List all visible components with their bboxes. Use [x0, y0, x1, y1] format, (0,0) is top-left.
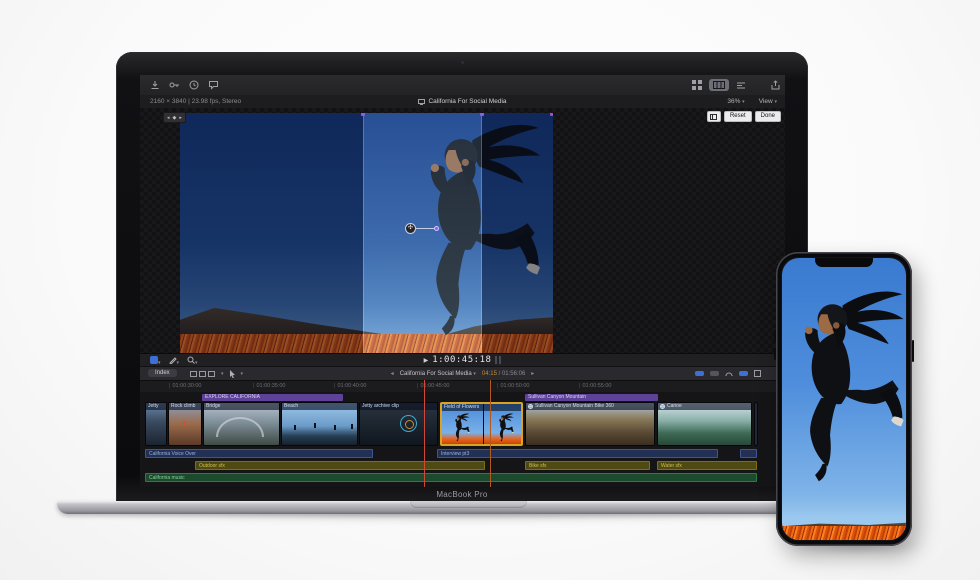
viewer-info-bar: 2160 × 3840 | 23.98 fps, Stereo Californ… — [140, 95, 785, 109]
background-tasks-icon[interactable] — [189, 80, 199, 90]
audio-clip[interactable]: Bike sfx — [525, 461, 650, 470]
transport-bar: ▾ ▾ ▾ ▶ 1:00:45:18 — [140, 353, 785, 367]
audio-clip[interactable]: Interview pt3 — [437, 449, 718, 458]
keying-icon[interactable] — [169, 80, 180, 90]
crop-mode-icon[interactable] — [707, 111, 721, 122]
done-button[interactable]: Done — [755, 111, 781, 122]
audio-skimming-toggle-icon[interactable] — [710, 371, 719, 376]
transform-line — [414, 228, 434, 229]
timeline-clip-selected[interactable]: Field of Flowers — [440, 402, 523, 446]
audio-clip[interactable]: Water sfx — [657, 461, 757, 470]
timecode-display: 1:00:45:18 — [432, 355, 491, 365]
timeline-clip[interactable]: Beach — [281, 402, 358, 446]
macbook-lid: 2160 × 3840 | 23.98 fps, Stereo Californ… — [116, 52, 808, 502]
iphone-notch — [815, 258, 873, 267]
audio-clip[interactable]: California music — [145, 473, 757, 482]
audio-clip[interactable]: California Voice Over — [145, 449, 373, 458]
thumb-person — [494, 413, 516, 444]
audio-clip[interactable] — [740, 449, 757, 458]
skimming-toggle-icon[interactable] — [695, 371, 704, 376]
fcp-top-toolbar — [140, 75, 785, 96]
reset-button[interactable]: Reset — [724, 111, 752, 122]
iphone — [776, 252, 912, 546]
timeline-clip[interactable]: Sullivan Canyon Mountain Bike 360 — [525, 402, 655, 446]
snapping-toggle-icon[interactable] — [739, 371, 748, 376]
volume-down-button — [774, 348, 776, 360]
elapsed-time: 04:15 — [482, 371, 497, 377]
prev-keyframe-icon[interactable]: ◂ — [167, 115, 170, 121]
timeline-clip[interactable] — [754, 402, 758, 446]
keyframe-navigator[interactable]: ◂ ◆ ▸ — [163, 112, 186, 123]
thumb-person — [450, 413, 472, 444]
timeline-clip[interactable]: Jetty archive clip — [359, 402, 438, 446]
fcp-window: 2160 × 3840 | 23.98 fps, Stereo Californ… — [140, 75, 785, 487]
spherical-360-icon — [528, 404, 533, 409]
timeline-clip[interactable]: Bridge — [203, 402, 280, 446]
timeline-toolbar: Index ▾ ▾ ◂ California For Social Media … — [140, 366, 785, 381]
audio-clip[interactable]: Outdoor sfx — [195, 461, 485, 470]
ferris-wheel — [400, 415, 417, 432]
timeline-tracks: EXPLORE CALIFORNIA Sullivan Canyon Mount… — [140, 392, 785, 487]
timeline-project-title[interactable]: California For Social Media ▾ — [400, 371, 476, 377]
timeline-clip[interactable]: Canoe — [657, 402, 752, 446]
transform-anchor-dot[interactable] — [434, 226, 439, 231]
chapter-marker[interactable]: Sullivan Canyon Mountain — [525, 394, 658, 401]
comment-icon[interactable] — [208, 80, 219, 90]
viewer-zoom-menu[interactable]: 36% ▾ — [727, 98, 744, 105]
beach-figures — [294, 425, 296, 430]
bridge-arch — [216, 417, 264, 437]
next-keyframe-icon[interactable]: ▸ — [179, 115, 182, 121]
audio-meters-icon[interactable] — [495, 356, 501, 364]
lid-notch — [410, 501, 527, 508]
spherical-360-icon — [660, 404, 665, 409]
project-title: California For Social Media — [428, 98, 506, 105]
timeline-clip[interactable]: Jetty — [145, 402, 167, 446]
viewer-video-frame[interactable]: ✣ — [180, 113, 553, 353]
macbook-label: MacBook Pro — [116, 490, 808, 499]
skimmer[interactable] — [490, 380, 491, 487]
total-duration: 01:56:06 — [502, 371, 525, 377]
climber-figure — [183, 421, 186, 425]
import-icon[interactable] — [150, 80, 160, 90]
add-keyframe-icon[interactable]: ◆ — [173, 115, 177, 121]
timeline-appearance-icon[interactable] — [754, 370, 761, 377]
phone-poppy-field — [782, 526, 906, 540]
transform-widget[interactable]: ✣ — [405, 223, 439, 234]
play-icon[interactable]: ▶ — [424, 357, 429, 364]
timeline-clip[interactable]: Rock climb — [168, 402, 202, 446]
macbook-base — [57, 501, 867, 514]
viewer-canvas: ✣ ◂ ◆ ▸ Reset Done — [140, 108, 785, 353]
move-handle-icon[interactable]: ✣ — [405, 223, 416, 234]
jumping-person-figure — [782, 288, 906, 500]
playhead[interactable] — [424, 380, 425, 487]
clip-frame-divider — [483, 404, 484, 444]
chapter-marker[interactable]: EXPLORE CALIFORNIA — [202, 394, 343, 401]
timeline-index-icon[interactable] — [736, 81, 746, 90]
crop-dim-right — [482, 113, 553, 353]
iphone-screen — [782, 258, 906, 540]
marketing-scene: 2160 × 3840 | 23.98 fps, Stereo Californ… — [0, 0, 980, 580]
strip-handle[interactable] — [480, 113, 484, 116]
browser-grid-icon[interactable] — [692, 80, 702, 90]
monitor-icon — [418, 99, 425, 105]
viewer-view-menu[interactable]: View ▾ — [759, 98, 777, 105]
filmstrip-view-button[interactable] — [709, 79, 729, 91]
crop-dim-left — [180, 113, 363, 353]
webcam-dot — [461, 61, 464, 64]
prev-project-icon[interactable]: ◂ — [391, 370, 394, 377]
share-icon[interactable] — [771, 80, 780, 90]
solo-toggle-icon[interactable] — [725, 370, 733, 377]
corner-handle[interactable] — [550, 113, 553, 116]
side-button — [912, 340, 914, 362]
next-project-icon[interactable]: ▸ — [531, 370, 534, 377]
volume-up-button — [774, 330, 776, 342]
strip-handle[interactable] — [361, 113, 365, 116]
